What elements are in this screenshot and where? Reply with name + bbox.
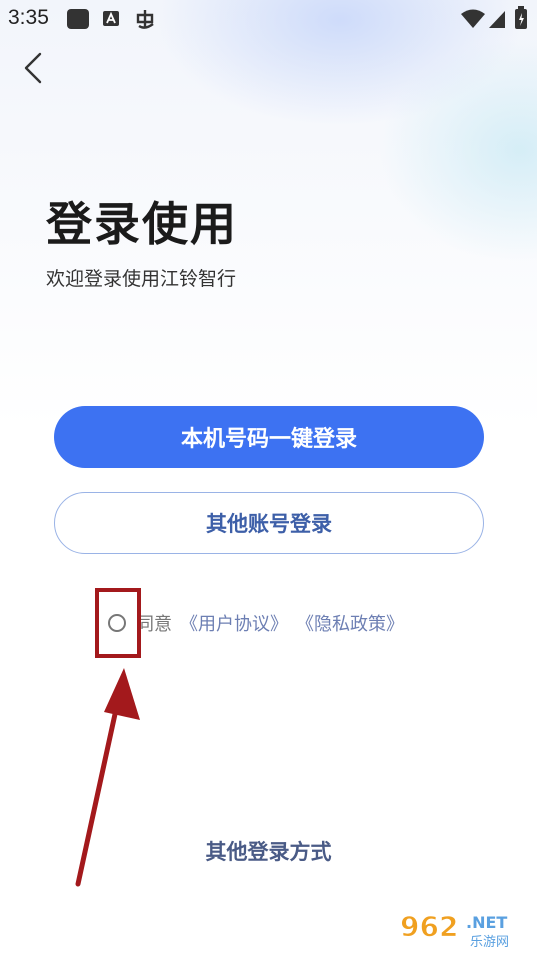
site-watermark-logo: 962 .NET 乐游网 <box>396 906 530 950</box>
agree-label: 同意 <box>136 614 172 635</box>
user-agreement-link[interactable]: 《用户协议》 <box>180 610 288 636</box>
svg-text:.NET: .NET <box>466 913 507 932</box>
back-chevron-icon <box>24 52 42 84</box>
one-click-login-button[interactable]: 本机号码一键登录 <box>54 406 484 468</box>
agreement-row: 同意 《用户协议》 《隐私政策》 <box>108 608 404 638</box>
svg-text:乐游网: 乐游网 <box>470 935 509 950</box>
status-bar: 3:35 <box>0 0 537 36</box>
signal-icon <box>489 11 505 28</box>
annotation-highlight-box <box>95 588 141 658</box>
svg-text:962: 962 <box>400 910 458 943</box>
page-subtitle: 欢迎登录使用江铃智行 <box>46 268 237 290</box>
status-time: 3:35 <box>8 6 49 29</box>
wifi-icon <box>461 9 485 28</box>
a-badge-icon <box>103 11 119 26</box>
battery-icon <box>515 6 527 29</box>
privacy-policy-link[interactable]: 《隐私政策》 <box>296 610 404 636</box>
other-account-login-button[interactable]: 其他账号登录 <box>54 492 484 554</box>
bug-icon <box>136 10 154 29</box>
notification-square-icon <box>67 9 89 29</box>
page-title: 登录使用 <box>46 197 238 251</box>
other-login-methods-link[interactable]: 其他登录方式 <box>0 836 537 866</box>
back-button[interactable] <box>20 50 54 86</box>
